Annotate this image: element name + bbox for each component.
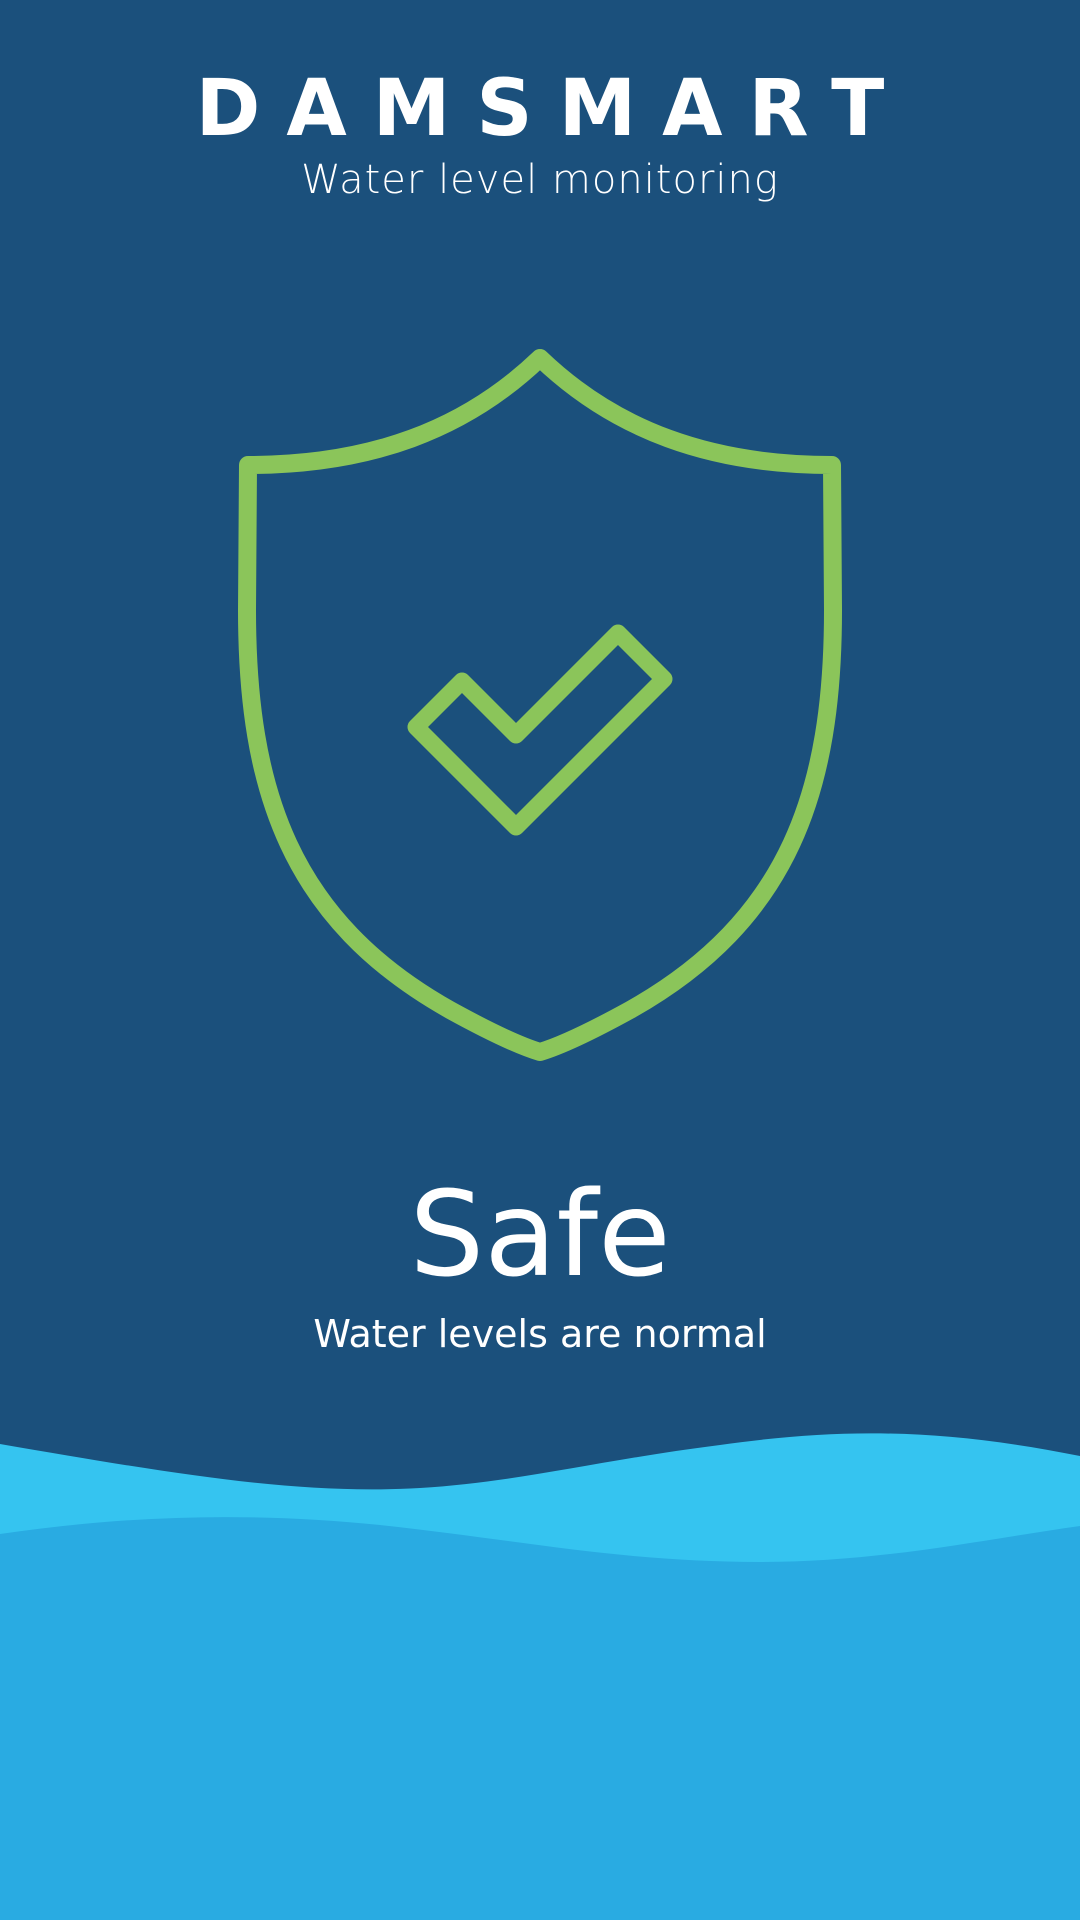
water-wave-front xyxy=(0,1517,1080,1920)
app-tagline: Water level monitoring xyxy=(301,157,779,203)
status-title: Safe xyxy=(409,1165,671,1303)
status-screen: DAMSMART Water level monitoring Safe Wat… xyxy=(0,0,1080,1920)
status-block: Safe Water levels are normal xyxy=(0,1165,1080,1356)
checkmark xyxy=(407,624,673,836)
brand-logo: DAMSMART xyxy=(195,64,911,154)
shield-check-icon xyxy=(220,340,860,1100)
app-header: DAMSMART Water level monitoring xyxy=(0,70,1080,202)
status-description: Water levels are normal xyxy=(313,1311,767,1356)
water-illustration xyxy=(0,1400,1080,1920)
